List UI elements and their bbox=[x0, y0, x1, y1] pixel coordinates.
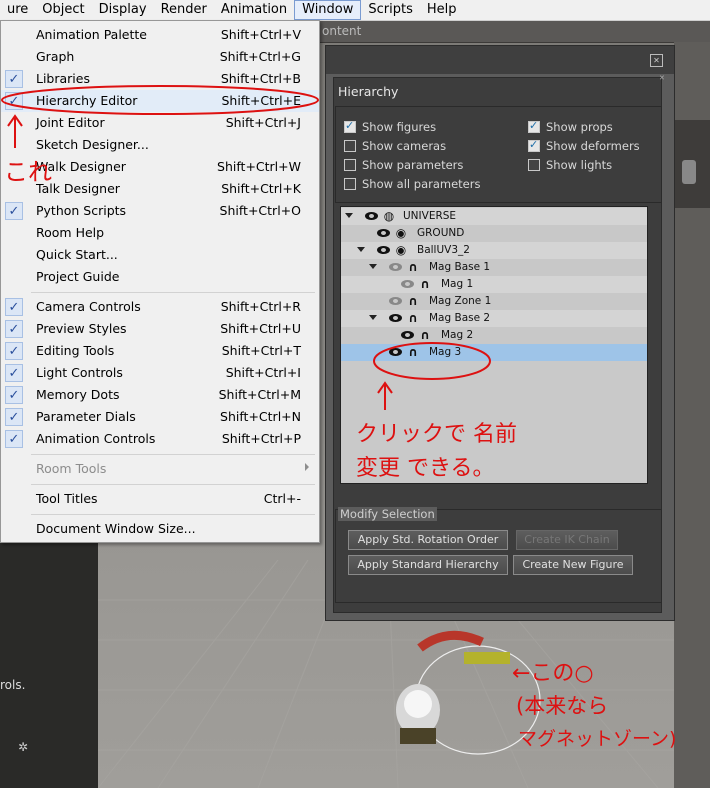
annotation-text-tree-2: 変更 できる。 bbox=[356, 456, 495, 481]
annotation-ellipse-tree bbox=[373, 342, 491, 380]
annotation-text-vp-1: ←この○ bbox=[512, 661, 594, 686]
annotation-text-vp-3: マグネットゾーン) bbox=[518, 728, 677, 750]
annotation-text-tree-1: クリックで 名前 bbox=[356, 422, 517, 447]
annotation-text-menu: これ bbox=[4, 158, 52, 186]
annotation-ellipse-menu bbox=[1, 85, 319, 115]
annotation-text-vp-2: (本来なら bbox=[516, 694, 609, 718]
annotation-overlay bbox=[1, 85, 491, 410]
